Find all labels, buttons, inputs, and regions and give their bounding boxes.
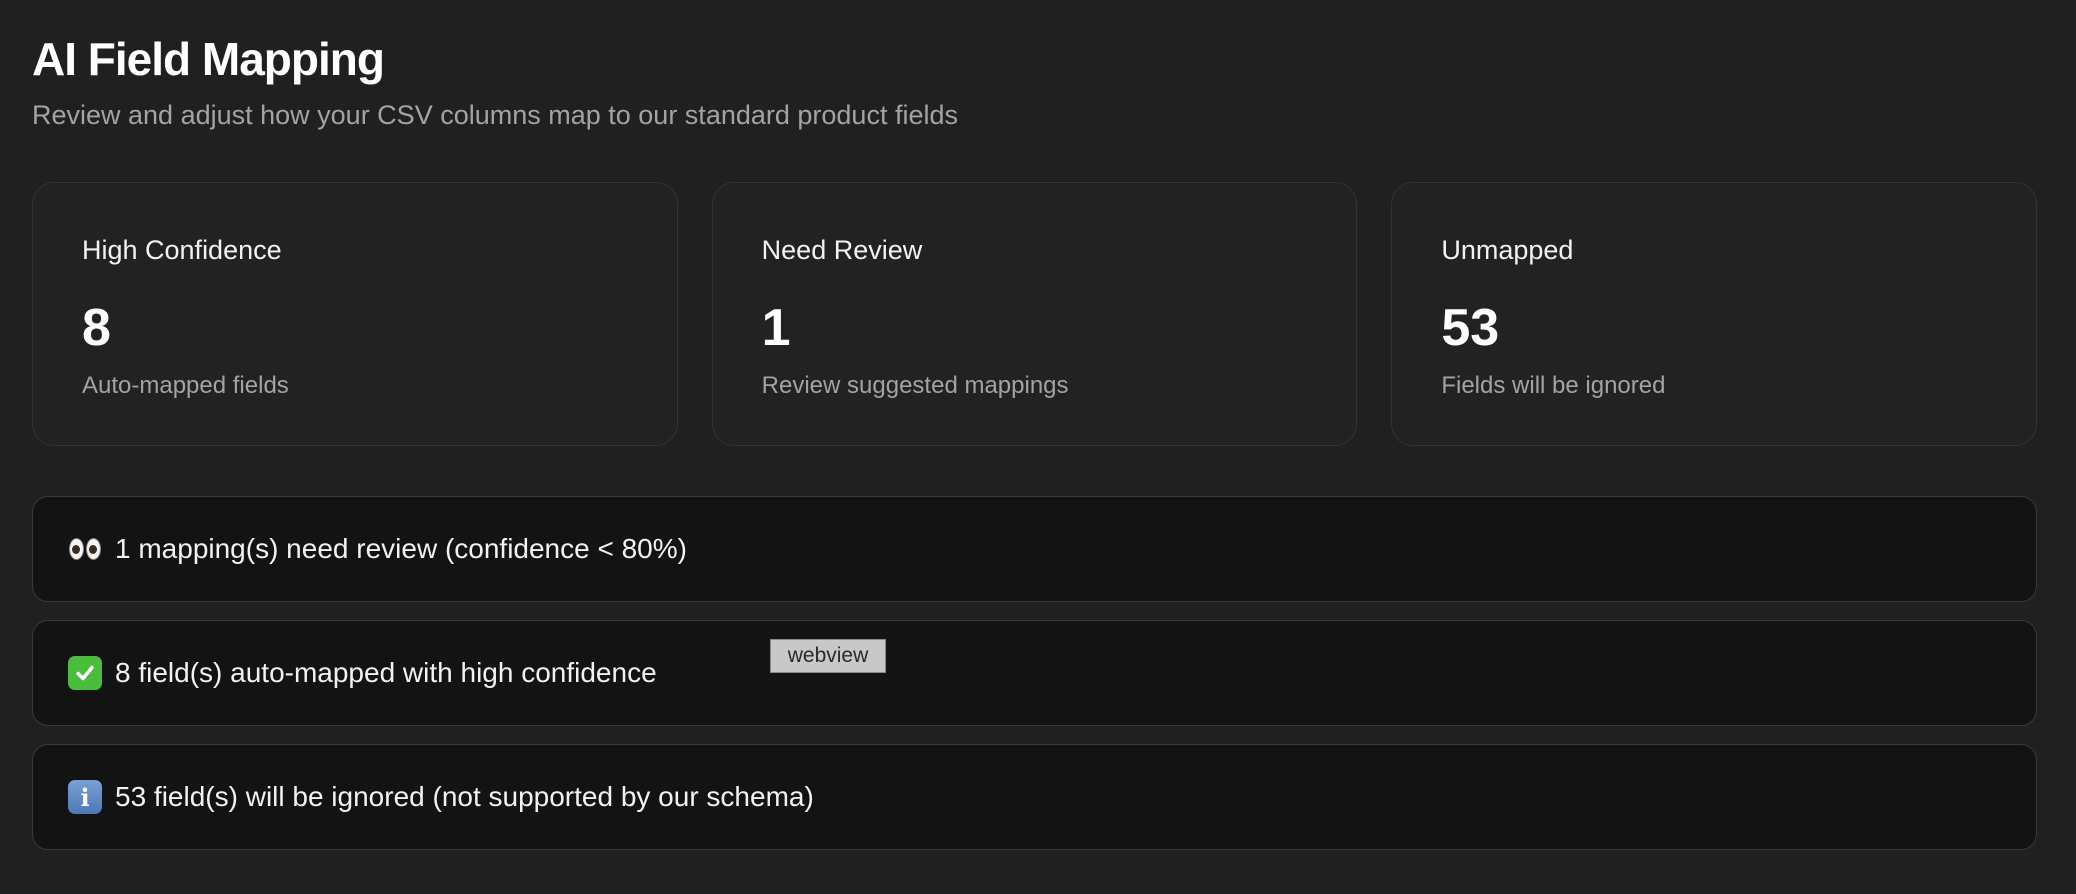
high-confidence-card: High Confidence 8 Auto-mapped fields: [32, 182, 678, 446]
alerts-list: 1 mapping(s) need review (confidence < 8…: [32, 496, 2037, 850]
alert-text: 8 field(s) auto-mapped with high confide…: [115, 657, 657, 688]
need-review-card: Need Review 1 Review suggested mappings: [711, 182, 1358, 446]
eyes-icon: [67, 531, 103, 567]
card-value: 53: [1441, 299, 1500, 357]
alert-text: 1 mapping(s) need review (confidence < 8…: [115, 533, 687, 564]
info-icon: i: [67, 779, 103, 815]
alert-text: 53 field(s) will be ignored (not support…: [115, 781, 814, 812]
ignored-alert: i 53 field(s) will be ignored (not suppo…: [32, 744, 2037, 850]
card-description: Auto-mapped fields: [82, 372, 289, 399]
card-description: Review suggested mappings: [761, 372, 1069, 399]
check-mark-icon: [67, 655, 103, 691]
field-mapping-page: AI Field Mapping Review and adjust how y…: [0, 0, 2076, 894]
webview-label: webview: [770, 639, 886, 673]
review-alert: 1 mapping(s) need review (confidence < 8…: [32, 496, 2037, 602]
card-title: High Confidence: [82, 235, 282, 265]
page-title: AI Field Mapping: [32, 33, 385, 85]
auto-mapped-alert: 8 field(s) auto-mapped with high confide…: [32, 620, 2037, 726]
page-subtitle: Review and adjust how your CSV columns m…: [32, 100, 958, 130]
card-description: Fields will be ignored: [1441, 372, 1666, 399]
stats-cards: High Confidence 8 Auto-mapped fields Nee…: [32, 182, 2038, 446]
card-title: Need Review: [761, 235, 923, 265]
unmapped-card: Unmapped 53 Fields will be ignored: [1391, 182, 2038, 446]
card-value: 8: [82, 299, 111, 357]
card-title: Unmapped: [1441, 235, 1574, 265]
card-value: 1: [761, 299, 791, 357]
